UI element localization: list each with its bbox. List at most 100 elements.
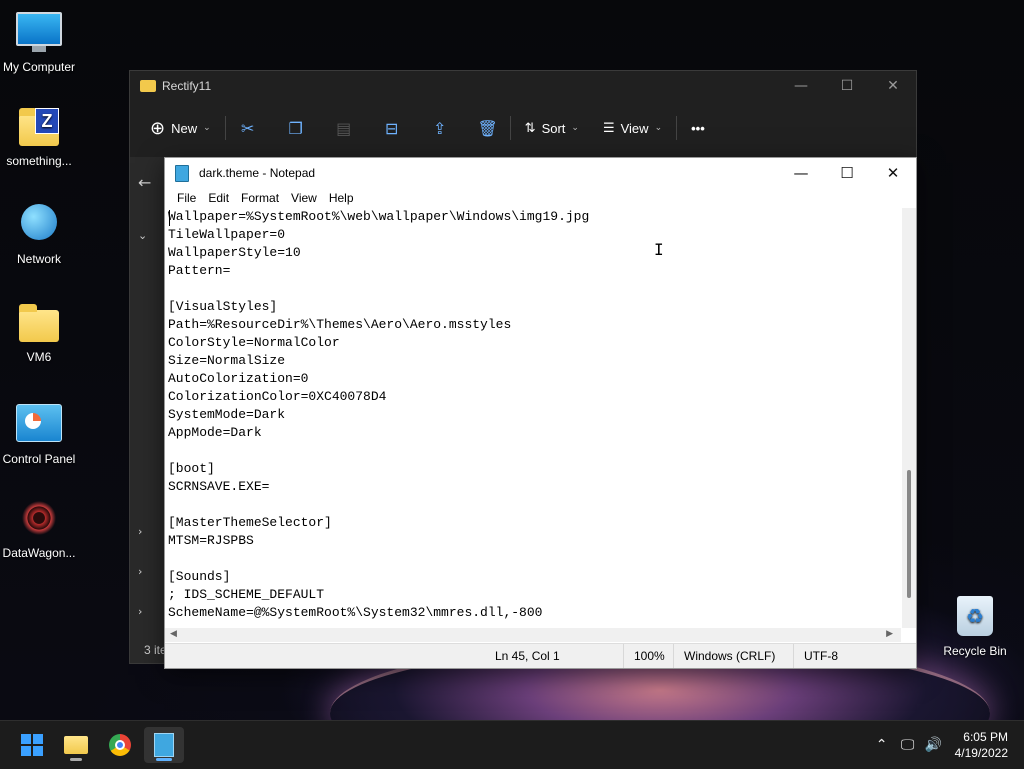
sort-label: Sort — [541, 120, 566, 136]
desktop-icon-label: DataWagon... — [2, 546, 76, 560]
desktop-icon-datawagon[interactable]: DataWagon... — [0, 498, 82, 560]
clock-time: 6:05 PM — [963, 730, 1008, 744]
folder-icon — [64, 736, 88, 754]
chevron-right-icon[interactable]: › — [138, 525, 142, 538]
active-indicator — [156, 758, 172, 761]
maximize-button[interactable]: ☐ — [824, 158, 870, 188]
navigation-pane: ← ⌄ › › › — [130, 157, 165, 663]
control-panel-icon — [15, 404, 63, 448]
horizontal-scrollbar[interactable]: ◀ ▶ — [165, 628, 901, 642]
folder-icon — [140, 80, 156, 92]
chevron-down-icon: ⌄ — [203, 123, 211, 133]
share-icon[interactable]: ⇪ — [424, 119, 456, 138]
computer-icon — [15, 12, 63, 56]
sort-icon: ⇅ — [524, 120, 536, 136]
scrollbar-thumb[interactable] — [907, 470, 911, 598]
delete-icon[interactable]: 🗑 — [472, 119, 504, 138]
taskbar-chrome[interactable] — [100, 727, 140, 763]
chevron-right-icon[interactable]: › — [138, 565, 142, 578]
view-label: View — [620, 120, 649, 136]
chrome-icon — [109, 734, 131, 756]
explorer-title: Rectify11 — [162, 79, 212, 93]
taskbar: ⌃ 🖵 🔊 6:05 PM 4/19/2022 — [0, 720, 1024, 769]
menu-view[interactable]: View — [285, 191, 323, 205]
volume-icon[interactable]: 🔊 — [921, 737, 947, 753]
text-editor[interactable]: Wallpaper=%SystemRoot%\web\wallpaper\Win… — [165, 208, 899, 628]
desktop-icon-label: Recycle Bin — [943, 644, 1007, 658]
desktop-icon-label: something... — [6, 154, 72, 168]
network-icon — [15, 204, 63, 248]
menu-bar: File Edit Format View Help — [165, 188, 916, 208]
view-icon: ☰ — [602, 120, 615, 136]
notepad-icon — [175, 164, 189, 182]
chevron-down-icon: ⌄ — [654, 123, 663, 133]
desktop-icon-label: Network — [16, 252, 61, 266]
menu-format[interactable]: Format — [235, 191, 285, 205]
system-tray: ⌃ 🖵 🔊 6:05 PM 4/19/2022 — [869, 721, 1024, 769]
scroll-left-icon[interactable]: ◀ — [170, 629, 177, 639]
copy-icon[interactable]: ❐ — [280, 119, 312, 138]
toolbar-divider — [224, 116, 226, 140]
new-label: New — [171, 120, 198, 136]
zoom-level: 100% — [623, 644, 665, 668]
encoding: UTF-8 — [793, 644, 838, 668]
line-ending: Windows (CRLF) — [673, 644, 775, 668]
chevron-down-icon: ⌄ — [571, 123, 579, 133]
chevron-right-icon[interactable]: › — [138, 605, 142, 618]
folder-icon — [15, 302, 63, 346]
desktop-icon-label: My Computer — [2, 60, 76, 74]
clock-date: 4/19/2022 — [954, 746, 1008, 760]
desktop-icon-label: VM6 — [26, 350, 52, 364]
minimize-button[interactable]: — — [778, 71, 824, 101]
network-icon[interactable]: 🖵 — [895, 737, 921, 753]
close-button[interactable]: ✕ — [870, 158, 916, 188]
menu-edit[interactable]: Edit — [202, 191, 235, 205]
desktop-icon-control-panel[interactable]: Control Panel — [0, 400, 82, 466]
cut-icon[interactable]: ✂ — [232, 119, 264, 138]
text-caret — [169, 210, 170, 226]
menu-help[interactable]: Help — [323, 191, 360, 205]
cursor-position: Ln 45, Col 1 — [495, 649, 560, 663]
desktop-icon-my-computer[interactable]: My Computer — [0, 8, 82, 74]
desktop-icon-vm6[interactable]: VM6 — [0, 302, 82, 364]
taskbar-file-explorer[interactable] — [56, 727, 96, 763]
menu-file[interactable]: File — [171, 191, 202, 205]
toolbar-divider — [676, 116, 678, 140]
desktop-icon-recycle-bin[interactable]: Recycle Bin — [932, 596, 1018, 658]
more-icon: ••• — [691, 120, 705, 136]
notepad-icon — [154, 733, 174, 757]
chevron-down-icon[interactable]: ⌄ — [138, 229, 147, 242]
rename-icon[interactable]: ⊟ — [376, 119, 408, 138]
paste-icon[interactable]: ▤ — [328, 119, 360, 138]
editor-content: Wallpaper=%SystemRoot%\web\wallpaper\Win… — [168, 209, 590, 620]
explorer-toolbar: ⊕ New ⌄ ✂ ❐ ▤ ⊟ ⇪ 🗑 ⇅ Sort ⌄ ☰ View ⌄ ••… — [142, 113, 916, 143]
chevron-up-icon[interactable]: ⌃ — [869, 737, 895, 753]
maximize-button[interactable]: ☐ — [824, 71, 870, 101]
desktop-icon-label: Control Panel — [2, 452, 76, 466]
notepad-window: dark.theme - Notepad — ☐ ✕ File Edit For… — [164, 157, 917, 669]
desktop-icon-something[interactable]: Z something... — [0, 106, 82, 168]
text-cursor-icon: I — [654, 240, 664, 259]
close-button[interactable]: ✕ — [870, 71, 916, 101]
recycle-bin-icon — [951, 596, 999, 640]
zip-folder-icon: Z — [15, 106, 63, 150]
taskbar-notepad[interactable] — [144, 727, 184, 763]
vertical-scrollbar[interactable] — [902, 208, 916, 628]
clock[interactable]: 6:05 PM 4/19/2022 — [947, 729, 1024, 761]
new-button[interactable]: ⊕ New ⌄ — [142, 114, 219, 143]
toolbar-divider — [509, 116, 511, 140]
start-button[interactable] — [12, 727, 52, 763]
back-arrow-icon[interactable]: ← — [138, 173, 151, 192]
scroll-right-icon[interactable]: ▶ — [886, 629, 893, 639]
more-options-button[interactable]: ••• — [683, 117, 713, 140]
shortcut-icon — [15, 498, 63, 542]
status-bar: Ln 45, Col 1 100% Windows (CRLF) UTF-8 — [165, 643, 916, 668]
desktop-icon-network[interactable]: Network — [0, 204, 82, 266]
windows-logo-icon — [21, 734, 43, 756]
running-indicator — [70, 758, 82, 761]
view-button[interactable]: ☰ View ⌄ — [595, 117, 670, 140]
plus-circle-icon: ⊕ — [150, 117, 166, 139]
notepad-title: dark.theme - Notepad — [199, 166, 316, 180]
minimize-button[interactable]: — — [778, 158, 824, 188]
sort-button[interactable]: ⇅ Sort ⌄ — [517, 117, 587, 140]
